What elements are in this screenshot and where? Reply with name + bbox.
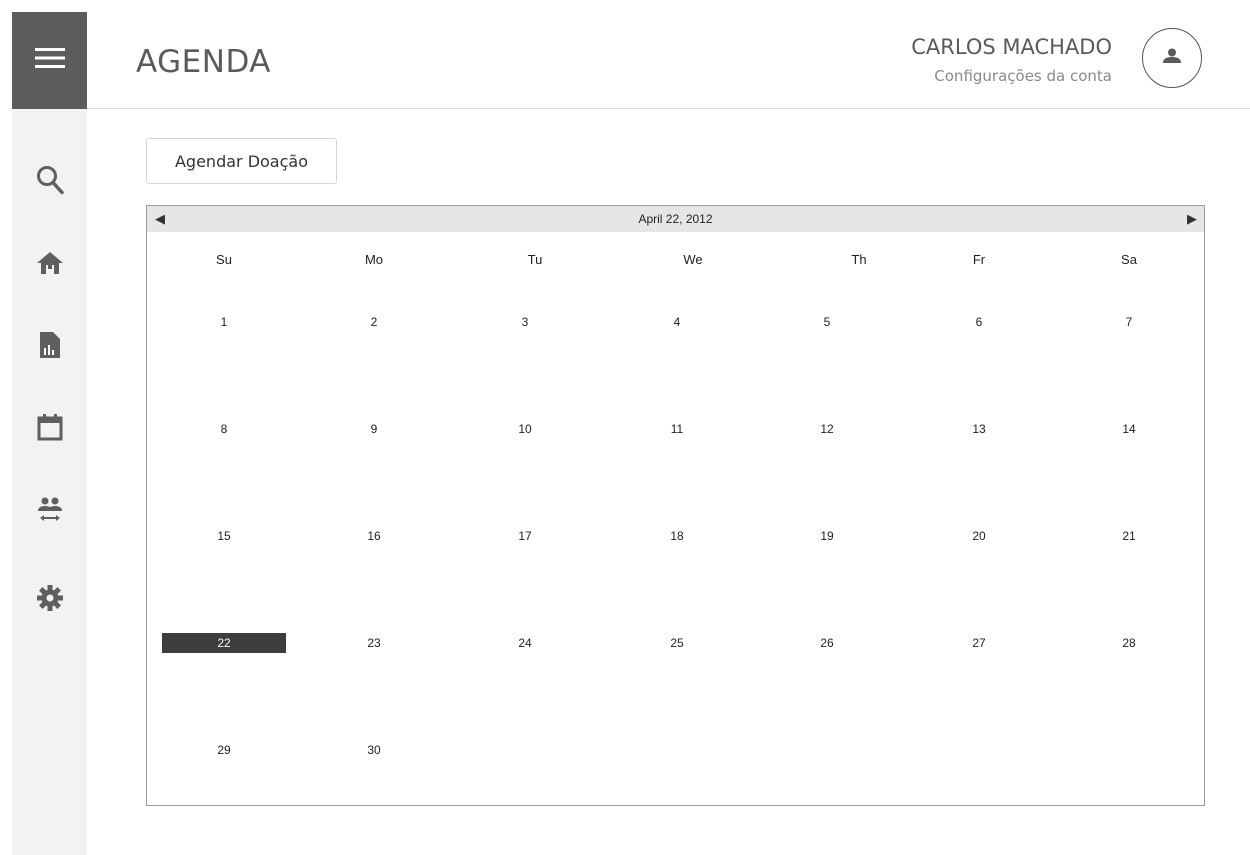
top-header: AGENDA CARLOS MACHADO Configurações da c… — [87, 12, 1250, 109]
calendar-day[interactable]: 7 — [1067, 312, 1191, 332]
calendar-day[interactable]: 30 — [312, 740, 436, 760]
weekday-header: Su — [216, 252, 232, 267]
user-icon — [1162, 48, 1182, 69]
calendar-day[interactable]: 21 — [1067, 526, 1191, 546]
account-settings-link[interactable]: Configurações da conta — [934, 67, 1112, 85]
calendar-day[interactable]: 27 — [917, 633, 1041, 653]
search-icon — [36, 165, 64, 200]
calendar-day[interactable]: 15 — [162, 526, 286, 546]
weekday-header: We — [683, 252, 703, 267]
calendar-day[interactable]: 29 — [162, 740, 286, 760]
home-icon — [36, 251, 64, 280]
calendar-day[interactable]: 8 — [162, 419, 286, 439]
calendar-day[interactable]: 14 — [1067, 419, 1191, 439]
schedule-donation-button[interactable]: Agendar Doação — [146, 138, 337, 184]
calendar-day[interactable]: 10 — [463, 419, 587, 439]
calendar-title: April 22, 2012 — [638, 212, 713, 226]
report-icon — [39, 331, 61, 364]
calendar-day[interactable]: 11 — [615, 419, 739, 439]
avatar[interactable] — [1142, 28, 1202, 88]
weekday-header: Th — [851, 252, 867, 267]
calendar-day[interactable]: 12 — [765, 419, 889, 439]
calendar-day[interactable]: 16 — [312, 526, 436, 546]
nav-agenda[interactable] — [12, 409, 87, 449]
calendar-day[interactable]: 13 — [917, 419, 1041, 439]
nav-settings[interactable] — [12, 580, 87, 620]
nav-reports[interactable] — [12, 327, 87, 367]
calendar-day[interactable]: 18 — [615, 526, 739, 546]
weekday-header: Mo — [364, 252, 384, 267]
weekday-header: Tu — [527, 252, 543, 267]
calendar-day[interactable]: 4 — [615, 312, 739, 332]
calendar-header: April 22, 2012 ◀ ▶ — [147, 206, 1204, 232]
calendar-day[interactable]: 26 — [765, 633, 889, 653]
calendar-icon — [37, 413, 63, 446]
calendar-day[interactable]: 25 — [615, 633, 739, 653]
nav-search[interactable] — [12, 162, 87, 202]
calendar-day[interactable]: 5 — [765, 312, 889, 332]
nav-home[interactable] — [12, 245, 87, 285]
user-name: CARLOS MACHADO — [911, 35, 1112, 59]
calendar-day-selected[interactable]: 22 — [162, 633, 286, 653]
menu-button[interactable] — [12, 12, 87, 109]
weekday-header: Fr — [972, 252, 986, 267]
calendar-day[interactable]: 6 — [917, 312, 1041, 332]
calendar-day[interactable]: 20 — [917, 526, 1041, 546]
menu-icon — [34, 47, 65, 74]
calendar-day[interactable]: 17 — [463, 526, 587, 546]
calendar-day[interactable]: 24 — [463, 633, 587, 653]
calendar-day[interactable]: 28 — [1067, 633, 1191, 653]
calendar-day[interactable]: 23 — [312, 633, 436, 653]
prev-month-button[interactable]: ◀ — [155, 206, 165, 232]
calendar-day[interactable]: 3 — [463, 312, 587, 332]
calendar-day[interactable]: 19 — [765, 526, 889, 546]
nav-donors[interactable] — [12, 492, 87, 532]
calendar-day[interactable]: 1 — [162, 312, 286, 332]
weekday-header: Sa — [1121, 252, 1137, 267]
calendar-day[interactable]: 2 — [312, 312, 436, 332]
calendar: April 22, 2012 ◀ ▶ Su Mo Tu We Th Fr Sa … — [146, 205, 1205, 806]
calendar-day[interactable]: 9 — [312, 419, 436, 439]
gear-icon — [36, 584, 64, 617]
next-month-button[interactable]: ▶ — [1187, 206, 1197, 232]
people-swap-icon — [36, 496, 64, 529]
page-title: AGENDA — [136, 44, 271, 80]
sidebar — [12, 12, 87, 855]
